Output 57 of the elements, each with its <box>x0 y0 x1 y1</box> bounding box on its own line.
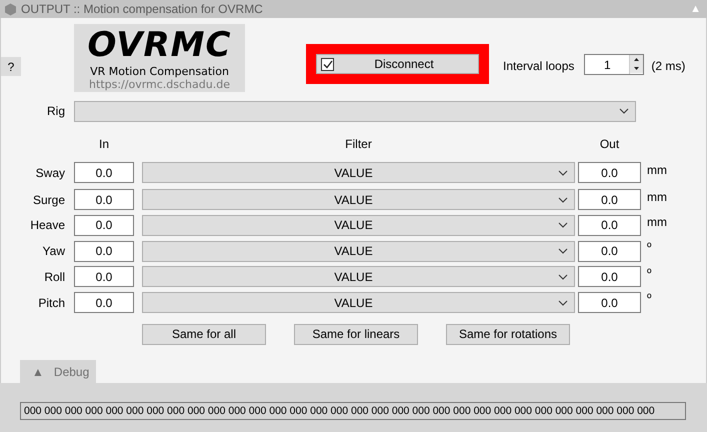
hexagon-icon <box>4 2 17 16</box>
logo-title: OVRMC <box>88 25 232 65</box>
filter-dropdown[interactable]: VALUE <box>142 292 575 313</box>
action-button[interactable]: Same for rotations <box>446 324 570 344</box>
out-field[interactable]: 0.0 <box>578 162 641 183</box>
axis-label: Yaw <box>42 244 65 258</box>
check-icon <box>322 60 332 68</box>
in-field[interactable]: 0.0 <box>74 162 134 183</box>
filter-dropdown[interactable]: VALUE <box>142 189 575 210</box>
debug-output: 000 000 000 000 000 000 000 000 000 000 000 000 000 000 000 000 000 000 000 000 000 000 000 000 000 000 000 000 000 000 000 <box>20 402 686 420</box>
interval-note: (2 ms) <box>651 59 686 73</box>
disconnect-button[interactable]: Disconnect <box>316 54 479 74</box>
chevron-down-icon <box>558 300 568 306</box>
in-field[interactable]: 0.0 <box>74 214 134 236</box>
chevron-down-icon <box>558 170 568 176</box>
unit-label: º <box>647 266 652 280</box>
checkbox[interactable] <box>321 58 334 70</box>
filter-dropdown[interactable]: VALUE <box>142 240 575 262</box>
unit-label: mm <box>647 190 667 204</box>
logo-url: https://ovrmc.dschadu.de <box>89 78 230 91</box>
in-field[interactable]: 0.0 <box>74 266 134 287</box>
unit-label: º <box>647 291 652 305</box>
interval-label: Interval loops <box>503 59 574 73</box>
rig-label: Rig <box>46 104 65 118</box>
axis-label: Surge <box>32 192 65 206</box>
in-field[interactable]: 0.0 <box>74 189 134 210</box>
axis-label: Heave <box>29 218 65 232</box>
chevron-down-icon <box>558 274 568 280</box>
chevron-down-icon <box>558 222 568 228</box>
unit-label: mm <box>647 215 667 229</box>
column-header: Filter <box>344 137 373 151</box>
logo-subtitle: VR Motion Compensation <box>90 65 229 78</box>
filter-dropdown[interactable]: VALUE <box>142 162 575 183</box>
out-field[interactable]: 0.0 <box>578 214 641 236</box>
action-button[interactable]: Same for all <box>142 324 266 344</box>
interval-spinner[interactable]: 1 <box>584 54 644 75</box>
window-title: OUTPUT :: Motion compensation for OVRMC <box>21 2 264 16</box>
axis-label: Pitch <box>37 296 65 310</box>
column-header: Out <box>598 137 620 151</box>
in-field[interactable]: 0.0 <box>74 240 134 262</box>
out-field[interactable]: 0.0 <box>578 266 641 287</box>
chevron-down-icon <box>558 248 568 254</box>
filter-dropdown[interactable]: VALUE <box>142 214 575 236</box>
axis-label: Sway <box>34 166 65 180</box>
chevron-down-icon <box>619 108 629 114</box>
chevron-down-icon <box>558 196 568 202</box>
out-field[interactable]: 0.0 <box>578 292 641 313</box>
column-header: In <box>98 137 110 151</box>
unit-label: º <box>647 240 652 254</box>
filter-dropdown[interactable]: VALUE <box>142 266 575 287</box>
in-field[interactable]: 0.0 <box>74 292 134 313</box>
out-field[interactable]: 0.0 <box>578 189 641 210</box>
axis-label: Roll <box>43 270 65 284</box>
unit-label: mm <box>647 163 667 177</box>
help-button[interactable]: ? <box>1 57 21 76</box>
out-field[interactable]: 0.0 <box>578 240 641 262</box>
action-button[interactable]: Same for linears <box>294 324 418 344</box>
